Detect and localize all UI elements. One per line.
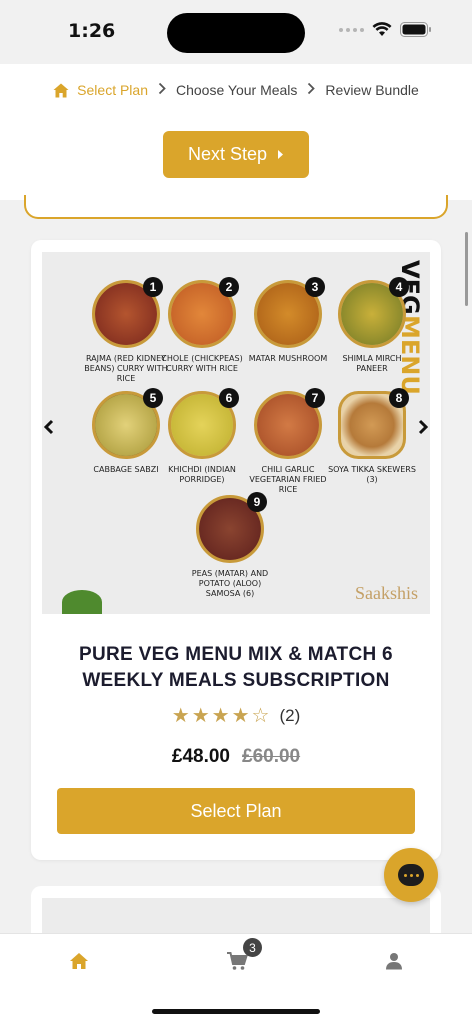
dish-plate: 8 [338,388,409,459]
carousel-prev-button[interactable] [43,418,54,441]
dish-item: 9 PEAS (MATAR) AND POTATO (ALOO) SAMOSA … [185,492,275,599]
chevron-right-icon [307,82,316,98]
dish-plate: 3 [254,277,325,348]
home-icon [53,83,69,97]
breadcrumb-label: Review Bundle [325,82,419,98]
chevron-right-icon [158,82,166,98]
dish-item: 7 CHILI GARLIC VEGETARIAN FRIED RICE [243,388,333,495]
review-count[interactable]: (2) [279,706,300,726]
dish-number: 9 [247,492,267,512]
dish-number: 6 [219,388,239,408]
select-plan-button[interactable]: Select Plan [57,788,415,834]
caret-right-icon [278,150,284,159]
dish-name: PEAS (MATAR) AND POTATO (ALOO) SAMOSA (6… [191,569,269,598]
dish-plate: 1 [92,277,163,348]
tab-account[interactable] [379,946,409,976]
price-current: £48.00 [171,746,230,767]
dish-item: 6 KHICHDI (INDIAN PORRIDGE) [157,388,247,485]
dish-item: 4 SHIMLA MIRCH PANEER [327,277,417,374]
dish-plate: 5 [92,388,163,459]
cart-count-badge: 3 [243,938,262,957]
breadcrumb: Select Plan Choose Your Meals Review Bun… [0,82,472,98]
dish-number: 3 [305,277,325,297]
status-icons [339,22,432,37]
tab-cart[interactable]: 3 [222,938,262,976]
carousel-next-button[interactable] [418,418,429,441]
select-plan-label: Select Plan [190,800,282,821]
dynamic-island [167,13,305,53]
next-step-label: Next Step [187,144,268,164]
breadcrumb-label: Choose Your Meals [176,82,298,98]
dish-number: 4 [389,277,409,297]
price-original: £60.00 [242,746,301,767]
dish-name: CHILI GARLIC VEGETARIAN FRIED RICE [249,465,327,494]
dish-plate: 9 [196,492,267,563]
dish-plate: 2 [168,277,239,348]
star-empty-icon: ☆ [251,705,270,727]
dish-item: 3 MATAR MUSHROOM [243,277,333,364]
dish-name: SHIMLA MIRCH PANEER [342,354,402,373]
dish-name: KHICHDI (INDIAN PORRIDGE) [168,465,236,484]
status-bar: 1:26 [0,0,472,64]
dish-name: SOYA TIKKA SKEWERS (3) [328,465,416,484]
dish-plate: 7 [254,388,325,459]
next-step-button[interactable]: Next Step [163,131,309,178]
cellular-icon [339,27,364,32]
chat-icon [398,864,424,886]
dish-number: 8 [389,388,409,408]
menu-image[interactable]: VEG MENU 1 RAJMA (RED KIDNEY BEANS) CURR… [42,252,430,614]
dish-item: 8 SOYA TIKKA SKEWERS (3) [327,388,417,485]
star-full-icon: ★ [191,705,210,727]
previous-card-edge [24,195,448,219]
chevron-left-icon [43,419,54,435]
scrollbar[interactable] [465,232,468,306]
brand-logo: Saakshis [355,583,418,603]
breadcrumb-label: Select Plan [77,82,148,98]
product-card: VEG MENU 1 RAJMA (RED KIDNEY BEANS) CURR… [31,240,441,860]
dish-number: 7 [305,388,325,408]
star-full-icon: ★ [211,705,230,727]
star-full-icon: ★ [171,705,190,727]
home-icon [70,953,88,969]
dish-item: 2 CHOLE (CHICKPEAS) CURRY WITH RICE [157,277,247,374]
wifi-icon [372,22,392,36]
dish-number: 2 [219,277,239,297]
chat-button[interactable] [384,848,438,902]
chevron-right-icon [418,419,429,435]
product-title: PURE VEG MENU MIX & MATCH 6 WEEKLY MEALS… [79,644,393,691]
star-full-icon: ★ [231,705,250,727]
product-rating: ★ ★ ★ ★ ☆ (2) [31,706,441,726]
checkout-header: Select Plan Choose Your Meals Review Bun… [0,64,472,200]
home-indicator [152,1009,320,1014]
dish-plate: 4 [338,277,409,348]
breadcrumb-choose-meals[interactable]: Choose Your Meals [176,82,297,98]
product-prices: £48.00 £60.00 [31,746,441,768]
leaf-decoration [62,590,102,614]
breadcrumb-review-bundle[interactable]: Review Bundle [325,82,418,98]
breadcrumb-select-plan[interactable]: Select Plan [53,82,148,98]
dish-name: MATAR MUSHROOM [248,354,328,363]
tab-home[interactable] [64,946,94,976]
user-icon [386,953,402,970]
battery-icon [400,22,431,37]
dish-plate: 6 [168,388,239,459]
status-time: 1:26 [68,20,116,42]
dish-name: CHOLE (CHICKPEAS) CURRY WITH RICE [161,354,243,373]
